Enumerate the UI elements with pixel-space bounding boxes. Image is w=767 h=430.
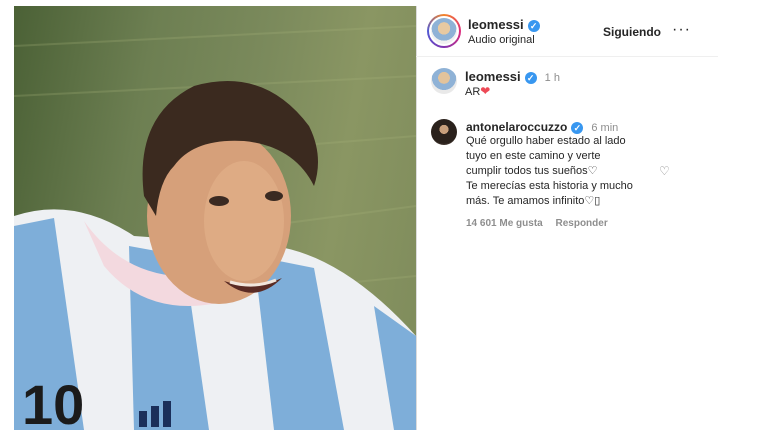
post-header: leomessi ✓ Audio original Siguiendo ··· (416, 6, 718, 57)
comment-username[interactable]: antonelaroccuzzo (466, 120, 567, 134)
red-heart-emoji: ❤ (480, 84, 491, 98)
author-avatar-image (429, 16, 459, 46)
svg-text:10: 10 (22, 373, 84, 430)
post-panel: leomessi ✓ Audio original Siguiendo ··· l… (416, 6, 718, 430)
caption-text-value: AR (465, 86, 481, 98)
audio-label[interactable]: Audio original (468, 34, 535, 46)
caption-header: leomessi ✓ 1 h (465, 69, 560, 84)
comment-header: antonelaroccuzzo ✓ 6 min (466, 120, 618, 134)
comment-time[interactable]: 6 min (591, 122, 618, 134)
following-button[interactable]: Siguiendo (603, 25, 661, 39)
caption-time[interactable]: 1 h (545, 72, 560, 84)
author-avatar[interactable] (427, 14, 461, 48)
author-name-text: leomessi (468, 17, 524, 32)
heart-outline-icon[interactable]: ♡ (659, 164, 670, 178)
panel-divider (416, 6, 417, 430)
player-photo: 10 (14, 25, 416, 430)
verified-badge-icon: ✓ (527, 19, 540, 32)
verified-badge-icon: ✓ (524, 71, 537, 84)
caption-text: AR❤ (465, 84, 490, 100)
caption-avatar[interactable] (431, 68, 457, 94)
caption-username[interactable]: leomessi (465, 69, 521, 84)
comment-text: Qué orgullo haber estado al lado tuyo en… (466, 135, 633, 207)
more-options-icon[interactable]: ··· (672, 21, 691, 39)
author-name[interactable]: leomessi ✓ (468, 17, 540, 32)
reply-button[interactable]: Responder (556, 218, 608, 229)
comment-likes[interactable]: 14 601 Me gusta (466, 218, 543, 229)
comment-meta: 14 601 Me gusta Responder (466, 218, 608, 229)
verified-badge-icon: ✓ (571, 121, 584, 134)
post-media[interactable]: 10 (14, 6, 416, 430)
comment-avatar[interactable] (431, 119, 457, 145)
